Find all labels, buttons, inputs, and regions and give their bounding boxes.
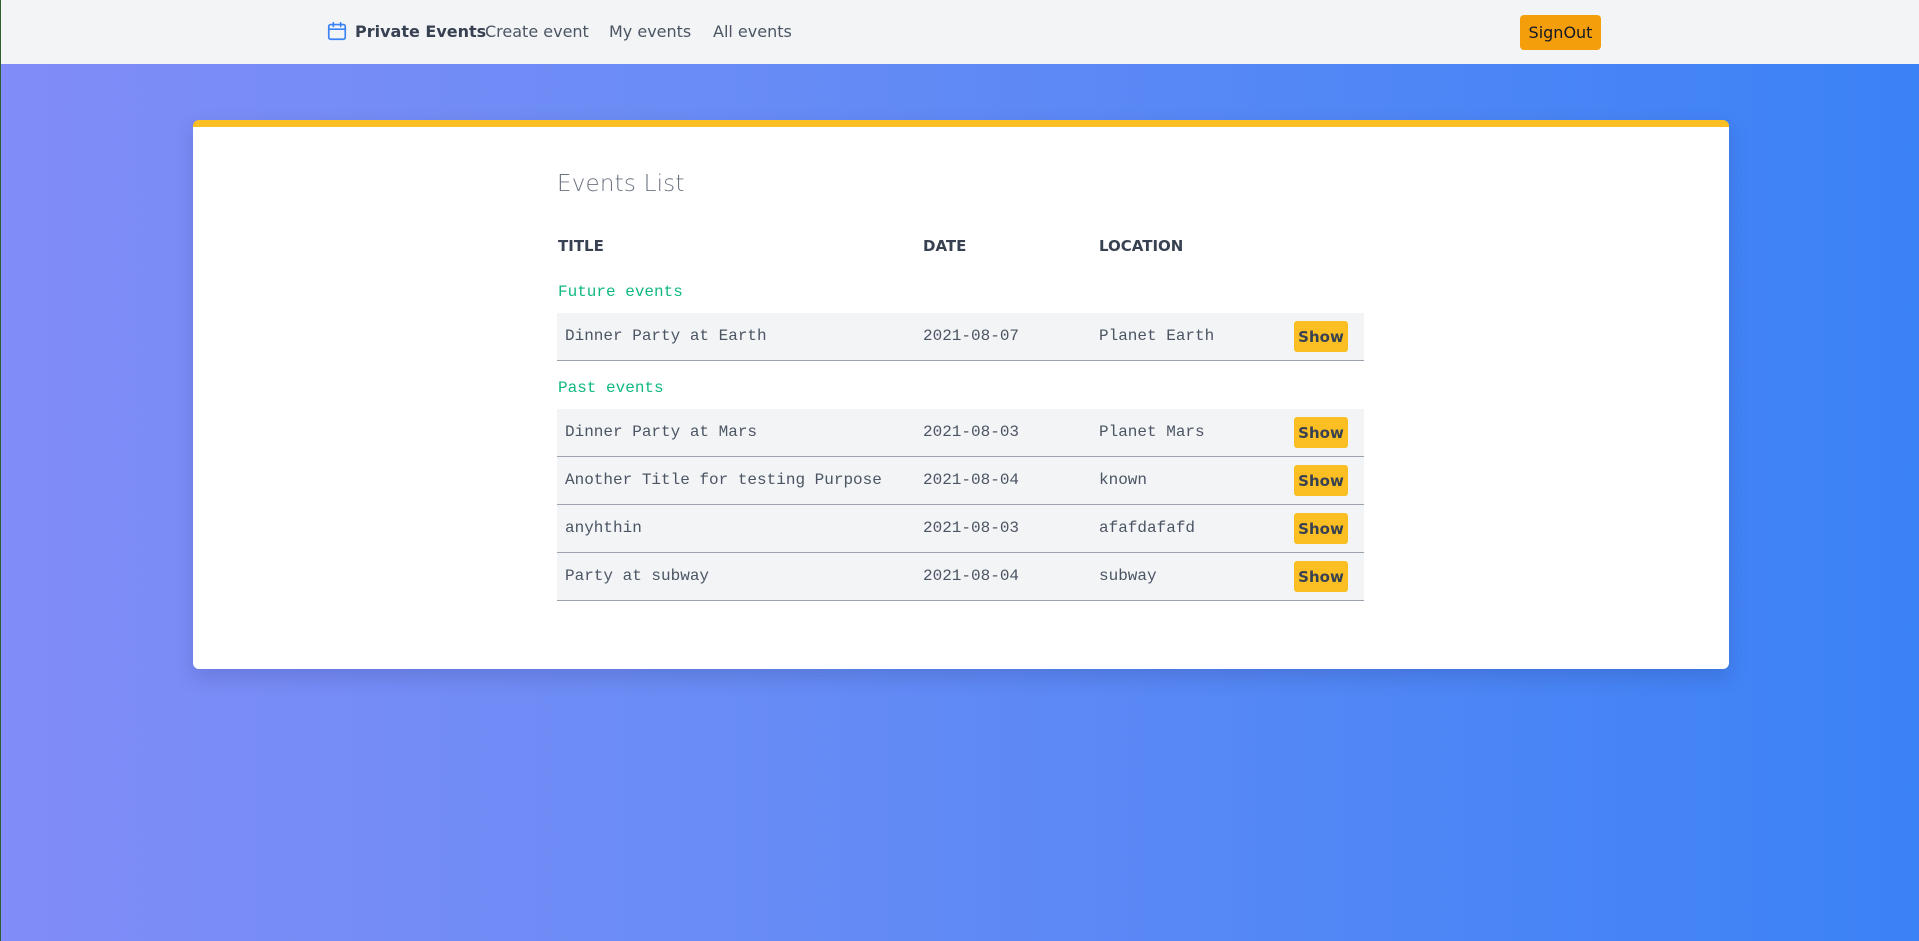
table-header: TITLE DATE LOCATION	[557, 231, 1364, 265]
event-title: Dinner Party at Earth	[565, 327, 767, 345]
event-date: 2021-08-07	[923, 327, 1020, 345]
show-button[interactable]: Show	[1294, 465, 1348, 496]
event-title: Another Title for testing Purpose	[565, 471, 882, 489]
event-date: 2021-08-03	[923, 423, 1020, 441]
brand-name: Private Events	[355, 21, 487, 41]
events-card: Events List TITLE DATE LOCATION Future e…	[193, 120, 1729, 669]
show-button[interactable]: Show	[1294, 561, 1348, 592]
table-row: Dinner Party at Earth 2021-08-07 Planet …	[557, 313, 1364, 361]
nav-create-event[interactable]: Create event	[485, 22, 589, 41]
event-title: anyhthin	[565, 519, 642, 537]
section-heading-future: Future events	[557, 265, 1364, 313]
column-header-location: LOCATION	[1099, 237, 1184, 255]
event-location: subway	[1099, 567, 1157, 585]
event-title: Dinner Party at Mars	[565, 423, 758, 441]
section-label: Future events	[558, 283, 683, 301]
column-header-title: TITLE	[558, 237, 604, 255]
column-header-date: DATE	[923, 237, 967, 255]
calendar-icon	[326, 20, 348, 42]
page-title: Events List	[557, 171, 685, 197]
event-location: Planet Earth	[1099, 327, 1215, 345]
nav-my-events[interactable]: My events	[609, 22, 691, 41]
event-date: 2021-08-03	[923, 519, 1020, 537]
event-title: Party at subway	[565, 567, 710, 585]
events-table: TITLE DATE LOCATION Future events Dinner…	[557, 231, 1364, 601]
table-row: Dinner Party at Mars 2021-08-03 Planet M…	[557, 409, 1364, 457]
signout-button[interactable]: SignOut	[1520, 15, 1601, 50]
section-label: Past events	[558, 379, 664, 397]
event-date: 2021-08-04	[923, 567, 1020, 585]
event-location: Planet Mars	[1099, 423, 1205, 441]
show-button[interactable]: Show	[1294, 513, 1348, 544]
show-button[interactable]: Show	[1294, 417, 1348, 448]
top-navbar: Private Events Create event My events Al…	[1, 0, 1919, 64]
table-row: Party at subway 2021-08-04 subway Show	[557, 553, 1364, 601]
table-row: anyhthin 2021-08-03 afafdafafd Show	[557, 505, 1364, 553]
event-location: afafdafafd	[1099, 519, 1196, 537]
table-row: Another Title for testing Purpose 2021-0…	[557, 457, 1364, 505]
brand-link[interactable]: Private Events	[326, 20, 486, 42]
event-date: 2021-08-04	[923, 471, 1020, 489]
event-location: known	[1099, 471, 1148, 489]
nav-all-events[interactable]: All events	[713, 22, 792, 41]
section-heading-past: Past events	[557, 361, 1364, 409]
show-button[interactable]: Show	[1294, 321, 1348, 352]
